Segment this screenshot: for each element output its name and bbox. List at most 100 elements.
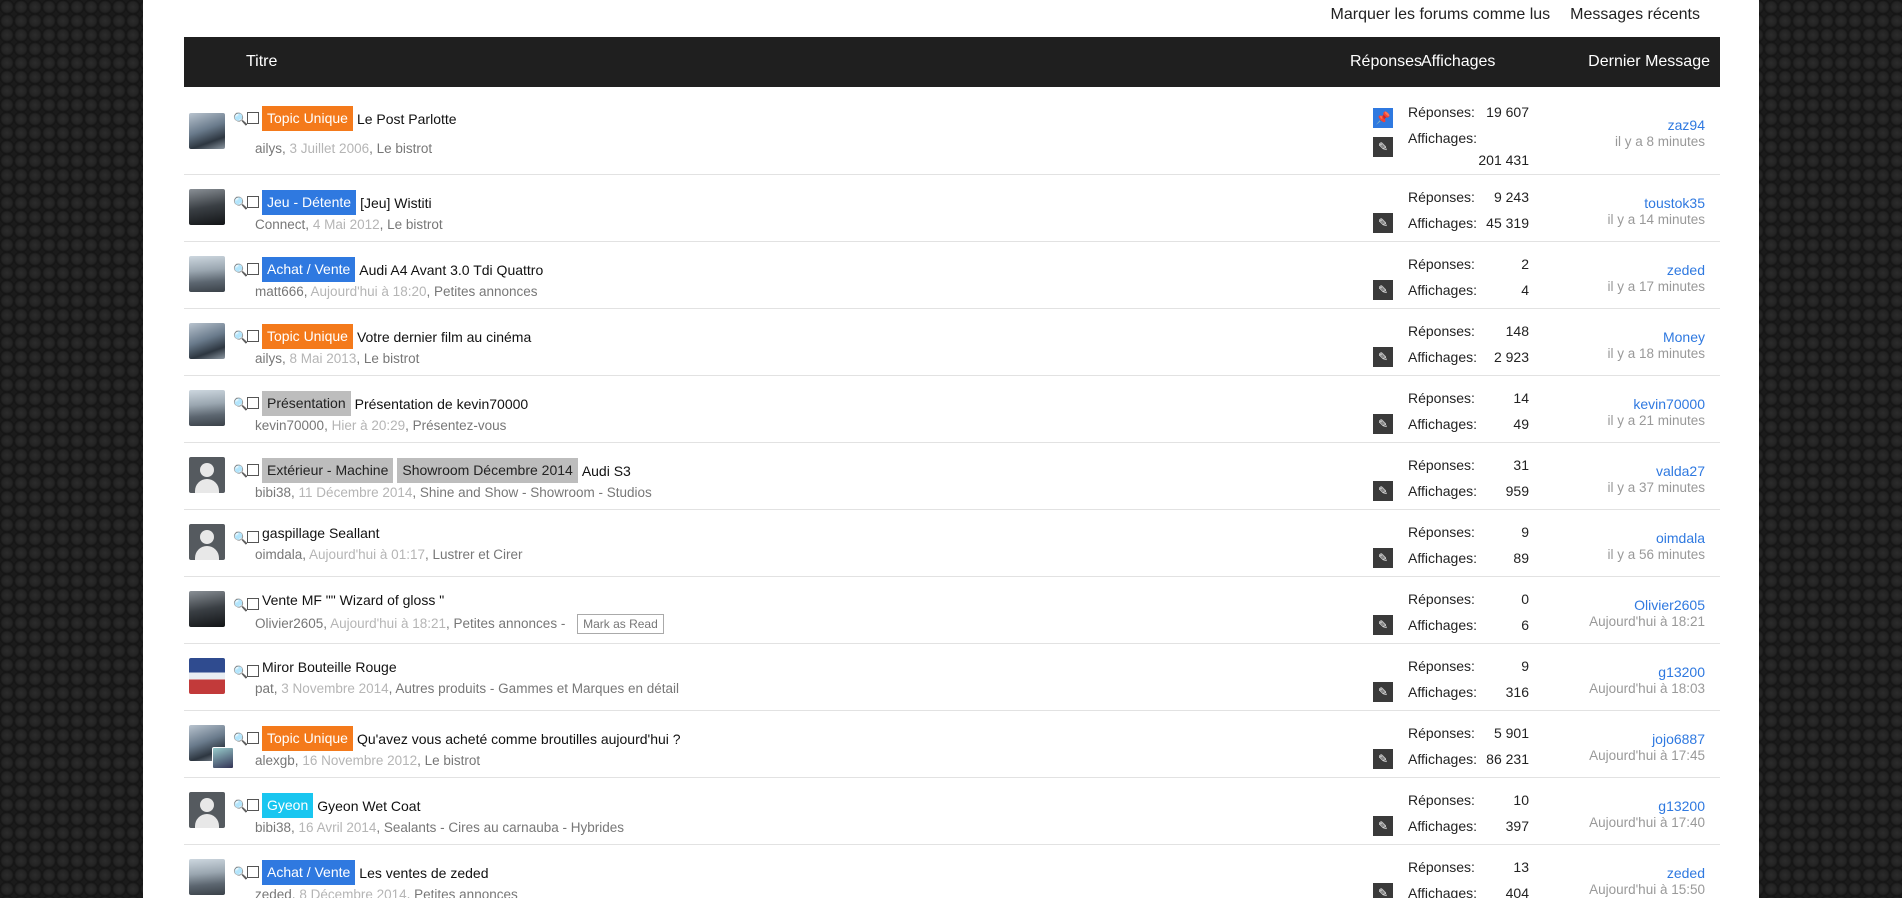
thread-checkbox[interactable] (247, 330, 259, 342)
thread-author[interactable]: zeded (255, 887, 292, 898)
thread-author[interactable]: Olivier2605 (255, 616, 323, 631)
preview-icon[interactable]: 🔍 (233, 666, 248, 678)
avatar[interactable] (189, 591, 225, 627)
preview-icon[interactable]: 🔍 (233, 264, 248, 276)
last-post-user[interactable]: Money (1607, 329, 1705, 345)
last-post-time[interactable]: il y a 21 minutes (1607, 413, 1705, 428)
thread-title[interactable]: Miror Bouteille Rouge (262, 659, 397, 675)
thread-prefix[interactable]: Extérieur - Machine (262, 458, 394, 483)
preview-icon[interactable]: 🔍 (233, 197, 248, 209)
thread-title[interactable]: Audi A4 Avant 3.0 Tdi Quattro (359, 262, 543, 278)
last-post-user[interactable]: zaz94 (1615, 117, 1705, 133)
thread-checkbox[interactable] (247, 799, 259, 811)
thread-forum[interactable]: Le bistrot (425, 753, 481, 768)
thread-prefix[interactable]: Showroom Décembre 2014 (397, 458, 578, 483)
thread-forum[interactable]: Le bistrot (364, 351, 420, 366)
last-post-time[interactable]: il y a 8 minutes (1615, 134, 1705, 149)
thread-title[interactable]: Vente MF "" Wizard of gloss " (262, 592, 444, 608)
last-post-user[interactable]: zeded (1607, 262, 1705, 278)
thread-forum[interactable]: Le bistrot (377, 141, 433, 156)
thread-forum[interactable]: Le bistrot (387, 217, 443, 232)
thread-prefix[interactable]: Présentation (262, 391, 351, 416)
preview-icon[interactable]: 🔍 (233, 800, 248, 812)
recent-posts-link[interactable]: Messages récents (1570, 6, 1700, 24)
thread-prefix[interactable]: Topic Unique (262, 324, 353, 349)
last-post-user[interactable]: oimdala (1607, 530, 1705, 546)
avatar[interactable] (189, 792, 225, 828)
thread-title[interactable]: Gyeon Wet Coat (317, 798, 420, 814)
thread-checkbox[interactable] (247, 263, 259, 275)
last-post-time[interactable]: Aujourd'hui à 18:21 (1589, 614, 1705, 629)
thread-author[interactable]: kevin70000 (255, 418, 324, 433)
edit-icon[interactable]: ✎ (1373, 615, 1393, 635)
thread-checkbox[interactable] (247, 866, 259, 878)
thread-title[interactable]: Audi S3 (582, 463, 631, 479)
preview-icon[interactable]: 🔍 (233, 331, 248, 343)
edit-icon[interactable]: ✎ (1373, 481, 1393, 501)
edit-icon[interactable]: ✎ (1373, 213, 1393, 233)
last-post-user[interactable]: Olivier2605 (1589, 597, 1705, 613)
last-post-time[interactable]: Aujourd'hui à 15:50 (1589, 882, 1705, 897)
column-views[interactable]: Affichages (1421, 53, 1495, 71)
column-replies[interactable]: Réponses (1350, 53, 1422, 71)
thread-prefix[interactable]: Jeu - Détente (262, 190, 357, 215)
mark-forums-read-link[interactable]: Marquer les forums comme lus (1331, 6, 1551, 24)
thread-checkbox[interactable] (247, 732, 259, 744)
last-post-user[interactable]: kevin70000 (1607, 396, 1705, 412)
avatar[interactable] (189, 189, 225, 225)
edit-icon[interactable]: ✎ (1373, 347, 1393, 367)
edit-icon[interactable]: ✎ (1373, 414, 1393, 434)
preview-icon[interactable]: 🔍 (233, 398, 248, 410)
thread-title[interactable]: gaspillage Seallant (262, 525, 380, 541)
last-post-user[interactable]: g13200 (1589, 664, 1705, 680)
thread-checkbox[interactable] (247, 196, 259, 208)
last-post-time[interactable]: il y a 37 minutes (1607, 480, 1705, 495)
thread-checkbox[interactable] (247, 112, 259, 124)
last-post-time[interactable]: Aujourd'hui à 17:40 (1589, 815, 1705, 830)
preview-icon[interactable]: 🔍 (233, 599, 248, 611)
thread-forum[interactable]: Autres produits - Gammes et Marques en d… (395, 681, 679, 696)
preview-icon[interactable]: 🔍 (233, 532, 248, 544)
last-post-time[interactable]: il y a 14 minutes (1607, 212, 1705, 227)
thread-prefix[interactable]: Achat / Vente (262, 257, 356, 282)
avatar[interactable] (189, 859, 225, 895)
column-title[interactable]: Titre (246, 53, 277, 71)
last-post-user[interactable]: toustok35 (1607, 195, 1705, 211)
thread-author[interactable]: pat (255, 681, 274, 696)
thread-forum[interactable]: Présentez-vous (413, 418, 507, 433)
thread-title[interactable]: Présentation de kevin70000 (355, 396, 529, 412)
mark-as-read-button[interactable]: Mark as Read (577, 614, 664, 634)
thread-author[interactable]: ailys (255, 141, 282, 156)
preview-icon[interactable]: 🔍 (233, 113, 248, 125)
edit-icon[interactable]: ✎ (1373, 682, 1393, 702)
last-post-user[interactable]: g13200 (1589, 798, 1705, 814)
thread-forum[interactable]: Lustrer et Cirer (432, 547, 522, 562)
last-post-user[interactable]: jojo6887 (1589, 731, 1705, 747)
avatar[interactable] (189, 390, 225, 426)
thread-forum[interactable]: Petites annonces (434, 284, 538, 299)
thread-checkbox[interactable] (247, 397, 259, 409)
thread-checkbox[interactable] (247, 464, 259, 476)
thread-forum[interactable]: Petites annonces (414, 887, 518, 898)
avatar[interactable] (189, 524, 225, 560)
thread-prefix[interactable]: Topic Unique (262, 106, 353, 131)
column-last-message[interactable]: Dernier Message (1588, 53, 1710, 71)
thread-title[interactable]: Votre dernier film au cinéma (357, 329, 531, 345)
thread-forum[interactable]: Petites annonces (454, 616, 558, 631)
thread-title[interactable]: Le Post Parlotte (357, 111, 457, 127)
thread-author[interactable]: ailys (255, 351, 282, 366)
last-post-user[interactable]: valda27 (1607, 463, 1705, 479)
thread-prefix[interactable]: Gyeon (262, 793, 314, 818)
thread-forum[interactable]: Shine and Show - Showroom - Studios (420, 485, 652, 500)
thread-author[interactable]: bibi38 (255, 820, 291, 835)
avatar[interactable] (189, 323, 225, 359)
thread-title[interactable]: Qu'avez vous acheté comme broutilles auj… (357, 731, 681, 747)
last-post-time[interactable]: Aujourd'hui à 17:45 (1589, 748, 1705, 763)
last-post-time[interactable]: il y a 18 minutes (1607, 346, 1705, 361)
thread-forum[interactable]: Sealants - Cires au carnauba - Hybrides (384, 820, 624, 835)
thread-author[interactable]: matt666 (255, 284, 304, 299)
last-post-time[interactable]: il y a 56 minutes (1607, 547, 1705, 562)
thread-checkbox[interactable] (247, 665, 259, 677)
thread-author[interactable]: bibi38 (255, 485, 291, 500)
preview-icon[interactable]: 🔍 (233, 733, 248, 745)
